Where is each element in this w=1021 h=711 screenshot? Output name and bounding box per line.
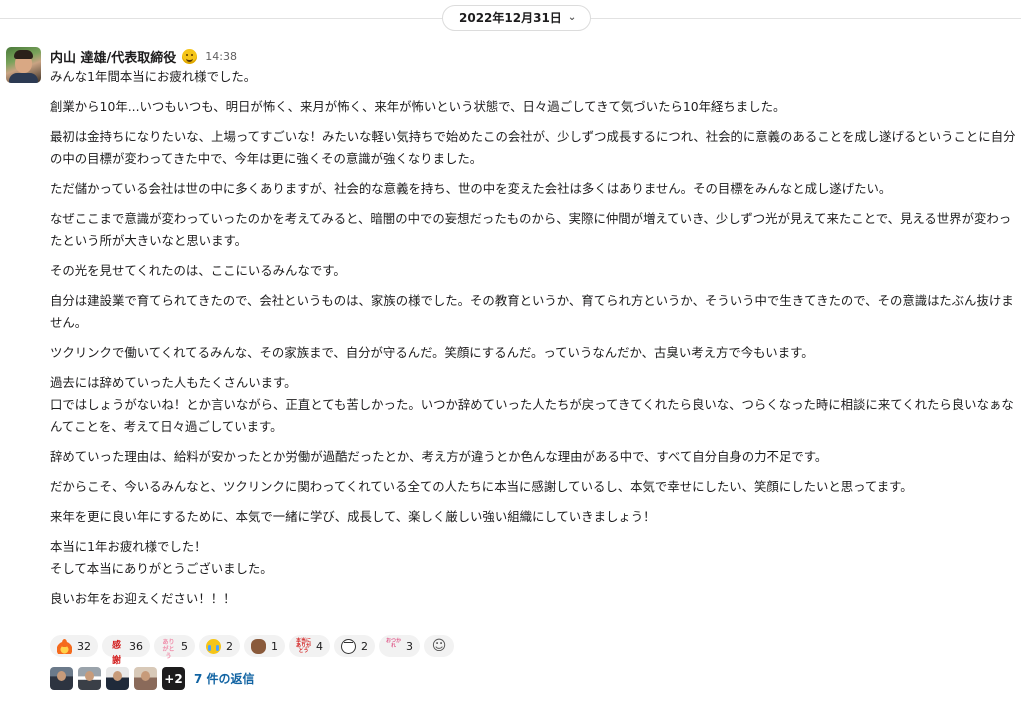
author-avatar[interactable] xyxy=(6,47,41,83)
reply-avatar xyxy=(50,667,73,690)
message-paragraph: 辞めていった理由は、給料が安かったとか労働が過酷だったとか、考え方が違うとか色ん… xyxy=(50,449,828,464)
reaction-fire[interactable]: 32 xyxy=(50,635,98,657)
message-paragraph: ただ儲かっている会社は世の中に多くありますが、社会的な意義を持ち、世の中を変えた… xyxy=(50,181,892,196)
reaction-crying[interactable]: 2 xyxy=(199,635,240,657)
kansha-stamp-icon: 感謝 xyxy=(111,640,121,666)
status-emoji-icon[interactable] xyxy=(182,48,198,64)
add-emoji-icon: ☺ xyxy=(431,638,447,654)
reaction-fist[interactable]: 1 xyxy=(244,635,285,657)
message-paragraph: 本当に1年お疲れ様でした！ そして本当にありがとうございました。 xyxy=(50,539,273,576)
reaction-bar: 32 感謝 36 ありがとう 5 2 1 本当にありがとう 4 2 おつかれ 3… xyxy=(50,635,454,666)
reaction-face[interactable]: 2 xyxy=(334,635,375,657)
reaction-kansha[interactable]: 感謝 36 xyxy=(102,635,150,666)
reaction-otsukare[interactable]: おつかれ 3 xyxy=(379,635,420,657)
message-paragraph: その光を見せてくれたのは、ここにいるみんなです。 xyxy=(50,263,346,278)
reaction-count: 2 xyxy=(226,639,233,653)
add-reaction-button[interactable]: ☺ xyxy=(424,635,454,657)
reaction-count: 4 xyxy=(316,639,323,653)
reply-avatar xyxy=(106,667,129,690)
message-paragraph: 来年を更に良い年にするために、本気で一緒に学び、成長して、楽しく厳しい強い組織に… xyxy=(50,509,656,524)
message-paragraph: なぜここまで意識が変わっていったのかを考えてみると、暗闇の中での妄想だったものか… xyxy=(50,211,1012,248)
thread-replies[interactable]: +2 7 件の返信 xyxy=(50,667,255,690)
hontou-arigatou-stamp-icon: 本当にありがとう xyxy=(296,637,312,654)
crying-face-icon xyxy=(206,638,221,654)
message-header: 内山 達雄/代表取締役 14:38 xyxy=(50,47,237,66)
message-paragraph: 過去には辞めていった人もたくさんいます。 口ではしょうがないね！とか言いながら、… xyxy=(50,375,1014,434)
reaction-hontou-arigatou[interactable]: 本当にありがとう 4 xyxy=(289,635,330,657)
message-paragraph: だからこそ、今いるみんなと、ツクリンクに関わってくれている全ての人たちに本当に感… xyxy=(50,479,913,494)
message-timestamp[interactable]: 14:38 xyxy=(205,50,237,63)
author-name[interactable]: 内山 達雄/代表取締役 xyxy=(50,47,176,66)
reaction-count: 3 xyxy=(406,639,413,653)
message-paragraph: みんな1年間本当にお疲れ様でした。 xyxy=(50,69,257,84)
message-body: みんな1年間本当にお疲れ様でした。 創業から10年...いつもいつも、明日が怖く… xyxy=(50,66,1016,610)
message-paragraph: ツクリンクで働いてくれてるみんな、その家族まで、自分が守るんだ。笑顔にするんだ。… xyxy=(50,345,814,360)
reply-avatar xyxy=(134,667,157,690)
face-icon xyxy=(341,638,356,654)
message-paragraph: 自分は建設業で育てられてきたので、会社というものは、家族の様でした。その教育とい… xyxy=(50,293,1014,330)
chevron-down-icon: ⌄ xyxy=(567,12,577,23)
reaction-count: 5 xyxy=(181,639,188,653)
reply-avatar xyxy=(78,667,101,690)
reaction-arigatou[interactable]: ありがとう 5 xyxy=(154,635,195,660)
reaction-count: 2 xyxy=(361,639,368,653)
fire-icon xyxy=(57,638,72,654)
fist-bump-icon xyxy=(251,638,266,654)
date-divider-label: 2022年12月31日 xyxy=(459,11,562,25)
more-repliers-badge: +2 xyxy=(162,667,185,690)
reaction-count: 36 xyxy=(129,639,143,653)
reaction-count: 32 xyxy=(77,639,91,653)
message-paragraph: 良いお年をお迎えください！！！ xyxy=(50,591,236,606)
otsukare-stamp-icon: おつかれ xyxy=(386,637,402,649)
date-divider-button[interactable]: 2022年12月31日 ⌄ xyxy=(442,5,592,31)
reaction-count: 1 xyxy=(271,639,278,653)
message-paragraph: 最初は金持ちになりたいな、上場ってすごいな！みたいな軽い気持ちで始めたこの会社が… xyxy=(50,129,1016,166)
arigatou-stamp-icon: ありがとう xyxy=(162,638,175,660)
message-paragraph: 創業から10年...いつもいつも、明日が怖く、来月が怖く、来年が怖いという状態で… xyxy=(50,99,786,114)
reply-count-link[interactable]: 7 件の返信 xyxy=(194,670,255,687)
